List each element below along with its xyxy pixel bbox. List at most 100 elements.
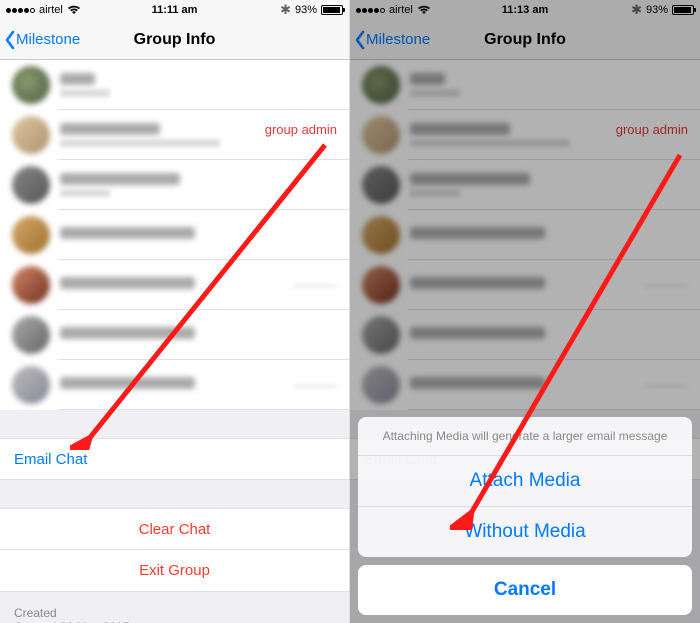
member-name bbox=[410, 123, 510, 135]
member-list: group admin ______ bbox=[0, 60, 349, 410]
member-name bbox=[60, 377, 195, 389]
chevron-left-icon bbox=[354, 30, 366, 50]
member-name bbox=[60, 123, 160, 135]
nav-bar: Milestone Group Info bbox=[0, 20, 349, 60]
list-item[interactable]: group admin bbox=[350, 110, 700, 160]
battery-icon bbox=[321, 5, 343, 15]
member-name bbox=[410, 73, 445, 85]
exit-group-button[interactable]: Exit Group bbox=[0, 550, 349, 592]
email-chat-button[interactable]: Email Chat bbox=[0, 438, 349, 480]
member-name bbox=[60, 327, 195, 339]
list-item[interactable] bbox=[0, 60, 349, 110]
avatar bbox=[12, 116, 50, 154]
avatar bbox=[362, 116, 400, 154]
status-bar: airtel 11:11 am ✱ 93% bbox=[0, 0, 349, 20]
list-item[interactable] bbox=[0, 310, 349, 360]
avatar bbox=[362, 266, 400, 304]
clock-label: 11:11 am bbox=[152, 4, 198, 16]
member-name bbox=[60, 73, 95, 85]
admin-badge: group admin bbox=[265, 122, 337, 137]
list-item[interactable] bbox=[350, 60, 700, 110]
avatar bbox=[362, 366, 400, 404]
clear-chat-button[interactable]: Clear Chat bbox=[0, 508, 349, 550]
section-spacer bbox=[0, 480, 349, 508]
avatar bbox=[12, 316, 50, 354]
clock-label: 11:13 am bbox=[502, 4, 548, 16]
member-name bbox=[60, 277, 195, 289]
member-status bbox=[60, 189, 110, 197]
page-title: Group Info bbox=[484, 31, 566, 49]
avatar bbox=[12, 166, 50, 204]
member-status bbox=[410, 89, 460, 97]
battery-pct-label: 93% bbox=[295, 4, 317, 16]
bluetooth-icon: ✱ bbox=[280, 2, 291, 18]
battery-icon bbox=[672, 5, 694, 15]
list-item[interactable] bbox=[350, 310, 700, 360]
list-item[interactable] bbox=[0, 210, 349, 260]
created-footer: Created Created 30 May 2015. bbox=[0, 600, 349, 623]
section-spacer bbox=[0, 592, 349, 600]
wifi-icon bbox=[67, 5, 81, 15]
back-button[interactable]: Milestone bbox=[350, 30, 430, 50]
member-name bbox=[410, 377, 545, 389]
admin-badge: group admin bbox=[616, 122, 688, 137]
list-item[interactable] bbox=[350, 160, 700, 210]
member-name bbox=[410, 277, 545, 289]
avatar bbox=[362, 316, 400, 354]
status-bar: airtel 11:13 am ✱ 93% bbox=[350, 0, 700, 20]
member-list: group admin ______ bbox=[350, 60, 700, 410]
cell-label: Clear Chat bbox=[139, 521, 211, 538]
created-label: Created bbox=[14, 606, 335, 620]
avatar bbox=[12, 216, 50, 254]
list-item[interactable]: ______ bbox=[350, 360, 700, 410]
sheet-message: Attaching Media will generate a larger e… bbox=[358, 417, 692, 456]
list-item[interactable]: group admin bbox=[0, 110, 349, 160]
cell-label: Exit Group bbox=[139, 562, 210, 579]
member-name bbox=[60, 227, 195, 239]
back-label: Milestone bbox=[366, 31, 430, 48]
avatar bbox=[12, 366, 50, 404]
member-name bbox=[410, 227, 545, 239]
battery-pct-label: 93% bbox=[646, 4, 668, 16]
wifi-icon bbox=[417, 5, 431, 15]
role-badge: ______ bbox=[294, 372, 337, 387]
signal-dots-icon bbox=[6, 8, 35, 13]
role-badge: ______ bbox=[294, 272, 337, 287]
page-title: Group Info bbox=[134, 31, 216, 49]
phone-screen-right: airtel 11:13 am ✱ 93% Milestone Group In… bbox=[350, 0, 700, 623]
bluetooth-icon: ✱ bbox=[631, 2, 642, 18]
member-status bbox=[60, 139, 220, 147]
chevron-left-icon bbox=[4, 30, 16, 50]
member-name bbox=[410, 327, 545, 339]
action-sheet: Attaching Media will generate a larger e… bbox=[358, 417, 692, 615]
member-status bbox=[60, 89, 110, 97]
member-status bbox=[410, 189, 460, 197]
role-badge: ______ bbox=[645, 372, 688, 387]
signal-dots-icon bbox=[356, 8, 385, 13]
back-label: Milestone bbox=[16, 31, 80, 48]
back-button[interactable]: Milestone bbox=[0, 30, 80, 50]
list-item[interactable]: ______ bbox=[350, 260, 700, 310]
role-badge: ______ bbox=[645, 272, 688, 287]
without-media-button[interactable]: Without Media bbox=[358, 507, 692, 557]
member-status bbox=[410, 139, 570, 147]
list-item[interactable] bbox=[350, 210, 700, 260]
cancel-button[interactable]: Cancel bbox=[358, 565, 692, 615]
phone-screen-left: airtel 11:11 am ✱ 93% Milestone Group In… bbox=[0, 0, 350, 623]
carrier-label: airtel bbox=[389, 4, 413, 16]
list-item[interactable]: ______ bbox=[0, 260, 349, 310]
list-item[interactable] bbox=[0, 160, 349, 210]
attach-media-button[interactable]: Attach Media bbox=[358, 456, 692, 507]
avatar bbox=[12, 66, 50, 104]
member-name bbox=[60, 173, 180, 185]
avatar bbox=[362, 166, 400, 204]
cell-label: Email Chat bbox=[14, 451, 87, 468]
list-item[interactable]: ______ bbox=[0, 360, 349, 410]
member-name bbox=[410, 173, 530, 185]
avatar bbox=[12, 266, 50, 304]
carrier-label: airtel bbox=[39, 4, 63, 16]
section-spacer bbox=[0, 410, 349, 438]
avatar bbox=[362, 66, 400, 104]
nav-bar: Milestone Group Info bbox=[350, 20, 700, 60]
avatar bbox=[362, 216, 400, 254]
